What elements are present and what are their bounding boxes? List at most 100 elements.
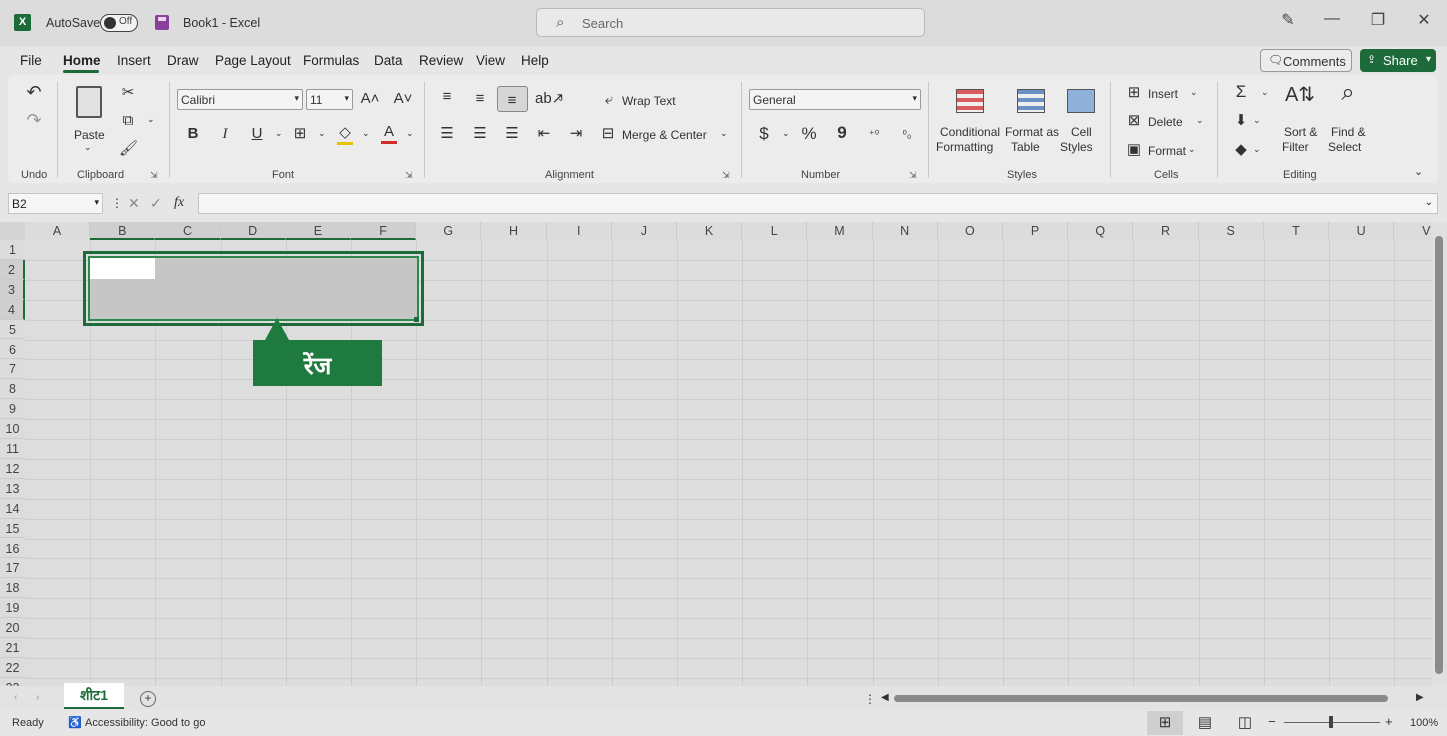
copy-dropdown-icon[interactable]: ⌄ xyxy=(147,114,155,125)
sort-filter-icon[interactable]: A⇅ xyxy=(1284,85,1316,105)
column-header[interactable]: T xyxy=(1263,222,1329,240)
cancel-icon[interactable]: ✕ xyxy=(128,195,140,212)
dialog-launcher-icon[interactable]: ⇲ xyxy=(722,170,730,181)
format-as-table-label-1[interactable]: Format as xyxy=(1005,125,1059,139)
cut-icon[interactable]: ✂ xyxy=(119,84,137,102)
row-header[interactable]: 21 xyxy=(0,638,25,658)
column-header[interactable]: J xyxy=(611,222,677,240)
fill-color-dropdown-icon[interactable]: ⌄ xyxy=(362,128,370,139)
cell-styles-label-1[interactable]: Cell xyxy=(1071,125,1092,139)
restore-button[interactable]: ❐ xyxy=(1363,10,1393,30)
dialog-launcher-icon[interactable]: ⇲ xyxy=(909,170,917,181)
column-header[interactable]: P xyxy=(1003,222,1069,240)
merge-dropdown-icon[interactable]: ⌄ xyxy=(720,128,728,139)
next-sheet-icon[interactable]: › xyxy=(36,692,39,703)
comments-button[interactable]: 🗨 Comments xyxy=(1260,49,1352,72)
align-right-icon[interactable]: ☰ xyxy=(503,125,521,143)
sheet-tab[interactable]: शीट1 xyxy=(64,683,124,709)
sort-filter-label-2[interactable]: Filter xyxy=(1282,140,1309,154)
share-button[interactable]: ⇪ Share ▾ xyxy=(1360,49,1436,72)
page-break-view-icon[interactable]: ◫ xyxy=(1237,714,1253,732)
copy-icon[interactable]: ⧉ xyxy=(119,112,137,130)
row-header[interactable]: 1 xyxy=(0,240,25,260)
paste-icon[interactable] xyxy=(76,86,102,118)
tab-page-layout[interactable]: Page Layout xyxy=(215,53,291,68)
row-header[interactable]: 9 xyxy=(0,399,25,420)
zoom-out-icon[interactable]: − xyxy=(1268,714,1276,729)
zoom-in-icon[interactable]: + xyxy=(1385,714,1393,729)
row-header[interactable]: 14 xyxy=(0,498,25,519)
font-size-select[interactable]: 11 ▾ xyxy=(306,89,353,110)
autosave-toggle[interactable]: Off xyxy=(100,14,138,32)
column-header[interactable]: Q xyxy=(1068,222,1134,240)
row-header[interactable]: 7 xyxy=(0,359,25,380)
column-header[interactable]: V xyxy=(1394,222,1432,240)
bold-button[interactable]: B xyxy=(185,125,201,143)
underline-button[interactable]: U xyxy=(249,125,265,143)
vertical-scroll-thumb[interactable] xyxy=(1435,236,1443,674)
insert-dropdown-icon[interactable]: ⌄ xyxy=(1190,87,1198,98)
borders-dropdown-icon[interactable]: ⌄ xyxy=(318,128,326,139)
row-header[interactable]: 10 xyxy=(0,419,25,439)
orientation-dropdown-icon[interactable]: ⌄ xyxy=(557,93,565,104)
tab-split-icon[interactable]: ⋮ xyxy=(864,692,876,706)
tab-formulas[interactable]: Formulas xyxy=(303,53,359,68)
zoom-level[interactable]: 100% xyxy=(1410,717,1438,729)
format-as-table-icon[interactable] xyxy=(1017,89,1045,113)
cell-styles-label-2[interactable]: Styles xyxy=(1060,140,1093,154)
expand-formula-icon[interactable]: ⌄ xyxy=(1425,197,1433,208)
pen-icon[interactable]: ✎ xyxy=(1273,10,1303,30)
undo-icon[interactable]: ↶ xyxy=(24,83,44,101)
row-header[interactable]: 5 xyxy=(0,319,25,340)
row-header[interactable]: 17 xyxy=(0,558,25,579)
tab-file[interactable]: File xyxy=(20,53,42,68)
increase-indent-icon[interactable]: ⇥ xyxy=(567,125,585,143)
font-color-icon[interactable]: A xyxy=(381,123,397,144)
column-header[interactable]: S xyxy=(1198,222,1264,240)
column-header[interactable]: G xyxy=(416,222,482,240)
row-header[interactable]: 8 xyxy=(0,379,25,400)
column-header[interactable]: U xyxy=(1329,222,1395,240)
column-header[interactable]: C xyxy=(155,222,221,240)
underline-dropdown-icon[interactable]: ⌄ xyxy=(275,128,283,139)
insert-function-button[interactable]: fx xyxy=(174,195,184,211)
find-select-label-1[interactable]: Find & xyxy=(1331,125,1366,139)
find-select-label-2[interactable]: Select xyxy=(1328,140,1361,154)
row-header[interactable]: 13 xyxy=(0,478,25,499)
tab-data[interactable]: Data xyxy=(374,53,403,68)
tab-review[interactable]: Review xyxy=(419,53,463,68)
clear-icon[interactable]: ◆ xyxy=(1233,141,1249,159)
tab-help[interactable]: Help xyxy=(521,53,549,68)
fill-handle[interactable] xyxy=(414,317,419,322)
select-all-button[interactable] xyxy=(0,222,25,240)
page-layout-view-icon[interactable]: ▤ xyxy=(1197,714,1213,732)
column-header[interactable]: L xyxy=(742,222,808,240)
increase-decimal-icon[interactable]: ⁺⁰ xyxy=(864,126,884,144)
align-left-icon[interactable]: ☰ xyxy=(438,125,456,143)
dialog-launcher-icon[interactable]: ⇲ xyxy=(150,170,158,181)
format-dropdown-icon[interactable]: ⌄ xyxy=(1188,144,1196,155)
format-painter-icon[interactable]: 🖌 xyxy=(119,140,138,158)
conditional-formatting-icon[interactable] xyxy=(956,89,984,113)
autosum-dropdown-icon[interactable]: ⌄ xyxy=(1261,87,1269,98)
row-header[interactable]: 20 xyxy=(0,618,25,638)
enter-icon[interactable]: ✓ xyxy=(150,195,162,212)
comma-style-button[interactable]: 9 xyxy=(835,124,849,142)
align-top-icon[interactable]: ≡ xyxy=(438,88,456,106)
column-header[interactable]: F xyxy=(351,222,417,240)
scroll-left-icon[interactable]: ◀ xyxy=(881,692,889,703)
minimize-button[interactable]: — xyxy=(1317,10,1347,28)
column-header[interactable]: O xyxy=(937,222,1003,240)
fill-icon[interactable]: ⬇ xyxy=(1233,112,1249,130)
conditional-formatting-label-2[interactable]: Formatting xyxy=(936,140,993,154)
font-color-dropdown-icon[interactable]: ⌄ xyxy=(406,128,414,139)
horizontal-scroll-thumb[interactable] xyxy=(894,695,1388,702)
fill-color-icon[interactable]: ◇ xyxy=(337,124,353,145)
fill-dropdown-icon[interactable]: ⌄ xyxy=(1253,115,1261,126)
more-options-icon[interactable]: ⋮ xyxy=(111,196,123,210)
search-box[interactable]: ⌕ Search xyxy=(536,8,925,37)
number-format-select[interactable]: General ▾ xyxy=(749,89,921,110)
row-header[interactable]: 12 xyxy=(0,458,25,479)
column-header[interactable]: B xyxy=(90,222,156,240)
currency-dropdown-icon[interactable]: ⌄ xyxy=(782,128,790,139)
